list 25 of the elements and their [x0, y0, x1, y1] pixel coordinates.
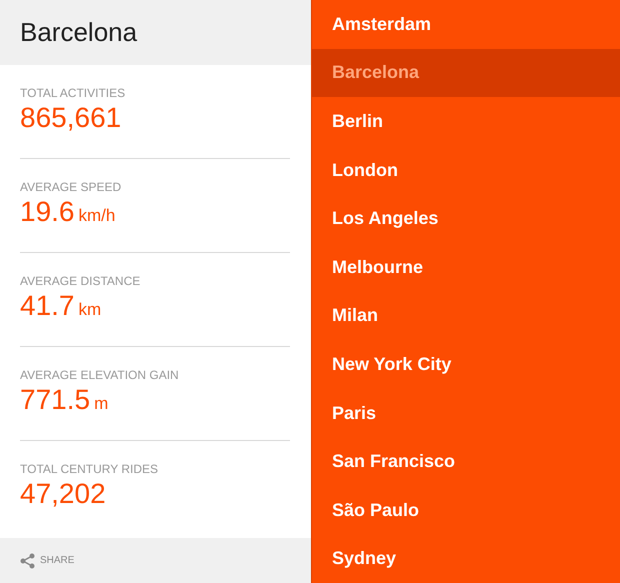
city-item[interactable]: Barcelona — [312, 48, 620, 98]
city-item[interactable]: Milan — [312, 292, 620, 340]
stat-label: AVERAGE ELEVATION GAIN — [20, 368, 180, 382]
share-button[interactable]: SHARE — [20, 552, 74, 568]
city-item[interactable]: San Francisco — [312, 437, 620, 486]
city-item[interactable]: Los Angeles — [312, 194, 620, 243]
stat-label: AVERAGE DISTANCE — [20, 274, 142, 288]
city-item[interactable]: Berlin — [312, 97, 620, 146]
city-item[interactable]: São Paulo — [312, 486, 620, 535]
share-icon — [20, 552, 35, 568]
city-item[interactable]: New York City — [312, 340, 620, 389]
stat-label: TOTAL CENTURY RIDES — [20, 462, 160, 476]
stat-label: TOTAL ACTIVITIES — [20, 86, 126, 100]
stat-value: 19.6 km/h — [20, 195, 116, 229]
stat-label: AVERAGE SPEED — [20, 180, 122, 194]
stat-value: 47,202 — [20, 477, 107, 511]
stat-value: 865,661 — [20, 101, 122, 135]
city-title: Barcelona — [20, 16, 138, 49]
stat-value: 771.5 m — [20, 383, 110, 417]
city-item[interactable]: Melbourne — [312, 242, 620, 292]
city-item[interactable]: London — [312, 146, 620, 194]
stat-value: 41.7 km — [20, 289, 102, 323]
city-item[interactable]: Amsterdam — [312, 0, 620, 49]
city-item[interactable]: Sydney — [312, 534, 620, 583]
city-item[interactable]: Paris — [312, 388, 620, 438]
